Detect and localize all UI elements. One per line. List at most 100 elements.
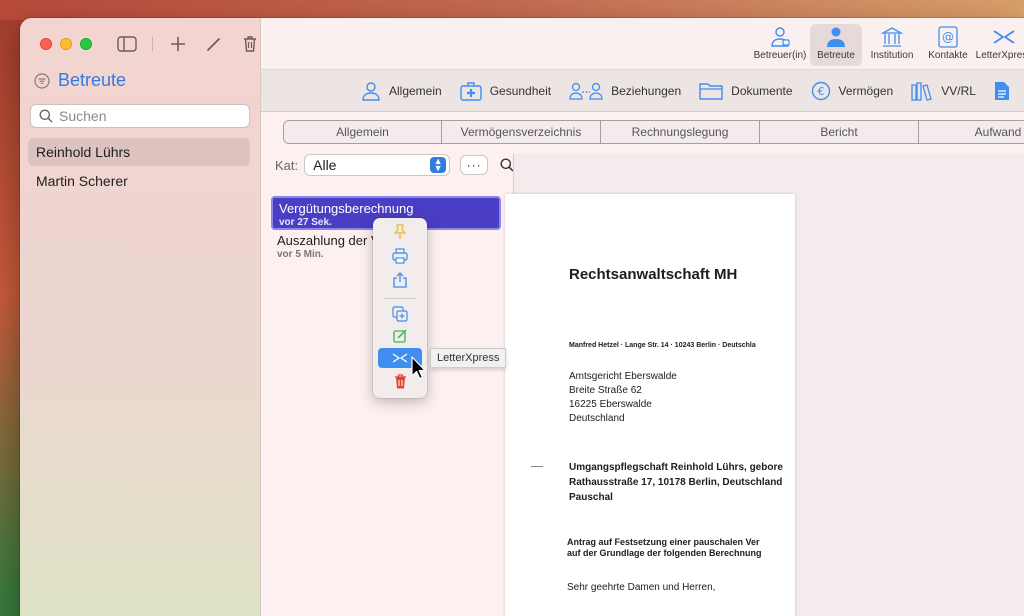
section-nav: Allgemein Gesundheit Beziehungen Dokumen… [261,70,1024,112]
toggle-sidebar-button[interactable] [116,34,138,54]
duplicate-menu-item[interactable] [378,304,422,324]
nav-gesundheit[interactable]: Gesundheit [460,81,551,101]
medical-kit-icon [460,81,482,101]
letter-preview: Rechtsanwaltschaft MH Manfred Hetzel · L… [505,194,795,616]
nav-dokumente[interactable]: Dokumente [699,81,793,101]
nav-gesundheit-label: Gesundheit [489,83,552,98]
app-window: Betreute Reinhold Lührs Martin Scherer B… [20,18,1024,616]
desktop-wallpaper [0,0,1024,20]
segment-rechnungslegung[interactable]: Rechnungslegung [601,120,760,144]
toolbar-letterxpress-label: LetterXpress [975,50,1024,61]
document-icon [994,81,1009,100]
folder-icon [699,82,723,100]
recipient-line: Breite Straße 62 [569,385,642,396]
fold-mark [531,466,543,467]
category-value: Alle [313,157,337,173]
plus-icon [171,37,185,51]
search-input[interactable] [59,108,239,124]
menu-separator [383,298,417,299]
pencil-icon [207,38,220,51]
building-columns-icon [881,27,903,47]
window-controls [40,38,92,50]
recipient-line: 16225 Eberswalde [569,399,652,410]
letter-recipient: Amtsgericht Eberswalde Breite Straße 62 … [569,370,677,426]
toolbar-letterxpress-button[interactable]: LetterXpress [975,24,1024,66]
toolbar-institution-button[interactable]: Institution [866,24,918,66]
add-button[interactable] [167,34,189,54]
search-field[interactable] [30,104,250,128]
duplicate-icon [392,306,408,322]
toolbar-betreute-label: Betreute [817,50,855,61]
trash-icon [244,36,256,52]
sidebar-toolbar [116,34,261,54]
zoom-window-button[interactable] [80,38,92,50]
chevron-updown-icon: ▲ ▼ [430,157,447,173]
antrag-line: Antrag auf Festsetzung einer pauschalen … [567,537,760,547]
toolbar: Betreuer(in) Betreute Institution @ Kont… [261,18,1024,70]
segmented-control: Allgemein Vermögensverzeichnis Rechnungs… [283,120,1024,144]
euro-icon: € [811,81,830,100]
printer-icon [392,248,408,264]
nav-allgemein[interactable]: Allgemein [361,81,442,101]
nav-vvrl-label: VV/RL [941,83,976,98]
svg-text:€: € [817,85,824,98]
toolbar-institution-label: Institution [870,50,914,61]
svg-text:@: @ [942,30,954,44]
edit-menu-item[interactable] [378,326,422,346]
nav-vvrl[interactable]: VV/RL [911,81,976,101]
share-icon [393,272,407,288]
toolbar-icons: Betreuer(in) Betreute Institution @ Kont… [754,24,1024,66]
letter-antrag: Antrag auf Festsetzung einer pauschalen … [567,537,762,559]
print-menu-item[interactable] [378,246,422,266]
share-menu-item[interactable] [378,270,422,290]
letter-greeting: Sehr geehrte Damen und Herren, [567,582,716,593]
category-label: Kat: [275,157,299,173]
subject-line: Umgangspflegschaft Reinhold Lührs, gebor… [569,462,783,473]
betreute-list: Reinhold Lührs Martin Scherer [28,138,250,196]
nav-vermoegen-label: Vermögen [838,83,894,98]
close-window-button[interactable] [40,38,52,50]
letterxpress-icon [392,353,408,363]
segment-vermoegensverzeichnis[interactable]: Vermögensverzeichnis [442,120,601,144]
segment-aufwand[interactable]: Aufwand [919,120,1024,144]
nav-beziehungen[interactable]: Beziehungen [569,81,681,101]
segment-allgemein[interactable]: Allgemein [283,120,442,144]
letterxpress-icon [993,30,1015,44]
nav-more-document[interactable] [994,81,1010,101]
more-options-button[interactable]: ··· [460,155,489,175]
toolbar-kontakte-button[interactable]: @ Kontakte [922,24,974,66]
filter-circle-icon[interactable] [34,72,50,89]
nav-vermoegen[interactable]: € Vermögen [811,81,894,101]
sidebar: Betreute Reinhold Lührs Martin Scherer [20,18,261,616]
toolbar-betreuer-button[interactable]: Betreuer(in) [754,24,806,66]
person-icon [362,81,380,101]
antrag-line: auf der Grundlage der folgenden Berechnu… [567,548,762,558]
document-title: Vergütungsberechnung [279,201,414,216]
subject-line: Pauschal [569,492,613,503]
recipient-line: Deutschland [569,413,625,424]
nav-beziehungen-label: Beziehungen [611,83,682,98]
sidebar-icon [117,36,137,52]
edit-button[interactable] [203,34,225,54]
toolbar-betreute-button[interactable]: Betreute [810,24,862,66]
sidebar-item-martin-scherer[interactable]: Martin Scherer [28,167,250,195]
delete-button[interactable] [239,34,261,54]
category-select[interactable]: Alle ▲ ▼ [304,154,451,176]
sidebar-header: Betreute [34,70,126,91]
tooltip: LetterXpress [430,348,507,368]
person-badge-icon [771,27,790,47]
segment-bericht[interactable]: Bericht [760,120,919,144]
letter-sender-line: Manfred Hetzel · Lange Str. 14 · 10243 B… [569,342,756,349]
sidebar-item-reinhold-luehrs[interactable]: Reinhold Lührs [28,138,250,166]
mouse-cursor-icon [411,356,426,380]
pin-menu-item[interactable] [378,222,422,242]
search-icon [39,109,53,123]
minimize-window-button[interactable] [60,38,72,50]
nav-dokumente-label: Dokumente [731,83,793,98]
sidebar-title: Betreute [58,70,127,90]
toolbar-kontakte-label: Kontakte [928,50,968,61]
edit-square-icon [393,329,407,343]
subject-line: Rathausstraße 17, 10178 Berlin, Deutschl… [569,477,783,488]
ellipsis-icon: ··· [466,158,482,172]
toolbar-betreuer-label: Betreuer(in) [753,50,807,61]
